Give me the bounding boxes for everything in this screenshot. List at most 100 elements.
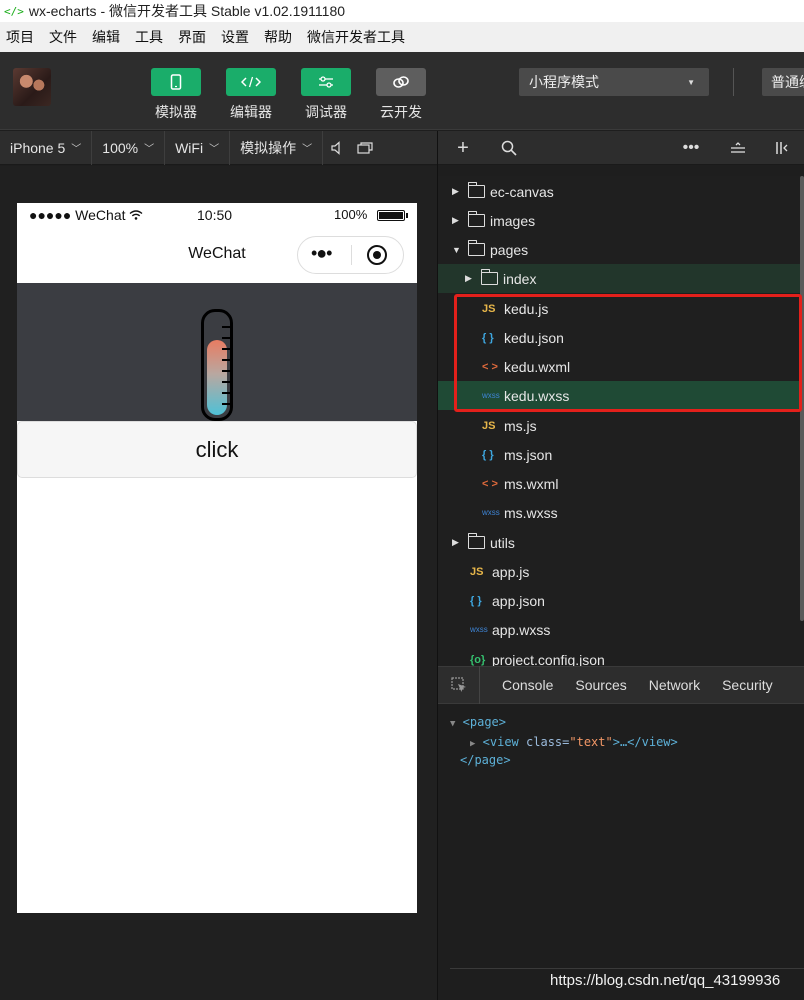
close-circle-icon[interactable] <box>367 245 387 265</box>
json-file-icon: { } <box>470 594 482 607</box>
debugger-label: 调试器 <box>305 104 347 120</box>
tree-item-label: kedu.json <box>504 329 564 346</box>
js-file-icon: JS <box>470 565 484 578</box>
tab-sources[interactable]: Sources <box>575 677 626 693</box>
caret-right-icon[interactable]: ▶ <box>452 537 462 548</box>
tree-item-images[interactable]: ▶ images <box>438 206 804 235</box>
device-select[interactable]: iPhone 5 ﹀ <box>0 130 93 165</box>
dom-node-view[interactable]: ▶ <view class="text">…</view> <box>470 735 678 749</box>
battery-tip <box>406 213 408 218</box>
menu-item-tools[interactable]: 工具 <box>135 27 163 47</box>
phone-nav-bar: WeChat •●• <box>17 228 417 283</box>
search-icon[interactable] <box>500 131 518 165</box>
menu-capsule[interactable]: •●• <box>297 236 404 274</box>
avatar[interactable] <box>13 68 51 106</box>
toolbar-divider <box>733 68 734 96</box>
folder-open-icon <box>467 240 490 256</box>
detach-window-icon[interactable] <box>351 131 379 165</box>
tree-item-label: kedu.wxss <box>504 387 570 404</box>
menu-item-file[interactable]: 文件 <box>49 27 77 47</box>
simulator-toolbar: iPhone 5 ﹀ 100% ﹀ WiFi ﹀ 模拟操作 ﹀ <box>0 130 437 165</box>
carrier-label: ●●●●● WeChat <box>29 207 143 223</box>
tab-console[interactable]: Console <box>502 677 553 693</box>
operation-select[interactable]: 模拟操作 ﹀ <box>230 130 324 165</box>
tree-item-ms-json[interactable]: { } ms.json <box>438 440 804 469</box>
code-icon <box>226 68 276 96</box>
footer-divider <box>450 968 804 969</box>
tree-item-ms-js[interactable]: JS ms.js <box>438 411 804 440</box>
tree-item-label: ms.wxss <box>504 504 558 521</box>
tree-item-app-js[interactable]: JS app.js <box>438 557 804 586</box>
tree-item-pages[interactable]: ▼ pages <box>438 235 804 264</box>
tree-item-app-wxss[interactable]: wxss app.wxss <box>438 615 804 644</box>
more-icon[interactable]: ••• <box>682 131 700 165</box>
editor-label: 编辑器 <box>230 104 272 120</box>
tree-item-kedu-json[interactable]: { } kedu.json <box>438 323 804 352</box>
tree-item-utils[interactable]: ▶ utils <box>438 528 804 557</box>
caret-right-icon[interactable]: ▶ <box>452 215 462 226</box>
tree-item-ms-wxss[interactable]: wxss ms.wxss <box>438 498 804 527</box>
tree-item-ec-canvas[interactable]: ▶ ec-canvas <box>438 177 804 206</box>
menu-item-settings[interactable]: 设置 <box>221 27 249 47</box>
wxss-file-icon: wxss <box>470 625 488 634</box>
compile-mode-select[interactable]: 普通编 <box>762 68 804 96</box>
menu-item-devtools[interactable]: 微信开发者工具 <box>307 27 405 47</box>
main-toolbar: 模拟器 编辑器 调试器 云开发 小程序模式 ▼ 普通编 <box>0 52 804 130</box>
tree-item-label: ec-canvas <box>490 183 554 200</box>
folder-icon <box>467 533 490 549</box>
caret-down-icon[interactable]: ▼ <box>452 245 462 255</box>
menu-item-project[interactable]: 项目 <box>6 27 34 47</box>
caret-down-icon[interactable]: ▼ <box>450 719 455 729</box>
caret-down-icon: ▼ <box>687 77 695 87</box>
panel-divider[interactable] <box>437 131 438 1000</box>
menu-item-help[interactable]: 帮助 <box>264 27 292 47</box>
tree-item-kedu-wxml[interactable]: < > kedu.wxml <box>438 352 804 381</box>
caret-right-icon[interactable]: ▶ <box>465 273 475 284</box>
tree-item-index[interactable]: ▶ index <box>438 264 804 293</box>
code-icon: </> <box>4 4 24 18</box>
tree-item-project-config[interactable]: {o} project.config.json <box>438 645 804 667</box>
tree-item-label: app.json <box>492 592 545 609</box>
cloud-dev-button[interactable]: 云开发 <box>376 68 426 122</box>
toggle-panel-icon[interactable] <box>774 131 792 165</box>
json-file-icon: { } <box>482 331 494 344</box>
simulator-button[interactable]: 模拟器 <box>151 68 201 122</box>
file-tree-scrollbar[interactable] <box>800 176 804 621</box>
inspect-element-icon[interactable] <box>438 666 480 704</box>
menu-item-edit[interactable]: 编辑 <box>92 27 120 47</box>
wxss-file-icon: wxss <box>482 391 500 400</box>
more-dots-icon[interactable]: •●• <box>311 243 333 264</box>
tree-item-label: app.js <box>492 563 530 580</box>
window-title: wx-echarts - 微信开发者工具 Stable v1.02.191118… <box>28 3 346 19</box>
dom-node-page[interactable]: ▼ <page> <box>450 715 506 729</box>
thermometer-gauge <box>201 309 233 421</box>
file-tree: ▶ ec-canvas ▶ images ▼ pages ▶ index JS … <box>438 176 804 666</box>
click-button[interactable]: click <box>17 421 417 478</box>
js-file-icon: JS <box>482 302 496 315</box>
tree-item-app-json[interactable]: { } app.json <box>438 586 804 615</box>
status-time: 10:50 <box>197 207 233 223</box>
wxml-file-icon: < > <box>482 360 498 373</box>
tree-item-kedu-js[interactable]: JS kedu.js <box>438 294 804 323</box>
caret-right-icon[interactable]: ▶ <box>452 186 462 197</box>
add-icon[interactable]: + <box>454 131 472 165</box>
debugger-button[interactable]: 调试器 <box>301 68 351 122</box>
collapse-all-icon[interactable] <box>729 131 747 165</box>
editor-button[interactable]: 编辑器 <box>226 68 276 122</box>
menu-item-view[interactable]: 界面 <box>178 27 206 47</box>
zoom-select[interactable]: 100% ﹀ <box>92 130 166 165</box>
tab-security[interactable]: Security <box>722 677 773 693</box>
tree-item-ms-wxml[interactable]: < > ms.wxml <box>438 469 804 498</box>
chevron-down-icon: ﹀ <box>302 144 313 155</box>
network-select[interactable]: WiFi ﹀ <box>165 130 231 165</box>
tree-item-kedu-wxss[interactable]: wxss kedu.wxss <box>438 381 804 410</box>
chevron-down-icon: ﹀ <box>71 144 82 155</box>
json-file-icon: { } <box>482 448 494 461</box>
mode-select[interactable]: 小程序模式 ▼ <box>519 68 709 96</box>
wifi-icon <box>129 207 143 223</box>
zoom-select-value: 100% <box>102 139 139 156</box>
tab-network[interactable]: Network <box>649 677 700 693</box>
volume-icon[interactable] <box>323 131 351 165</box>
operation-select-value: 模拟操作 <box>240 139 297 156</box>
caret-right-icon[interactable]: ▶ <box>470 739 475 749</box>
